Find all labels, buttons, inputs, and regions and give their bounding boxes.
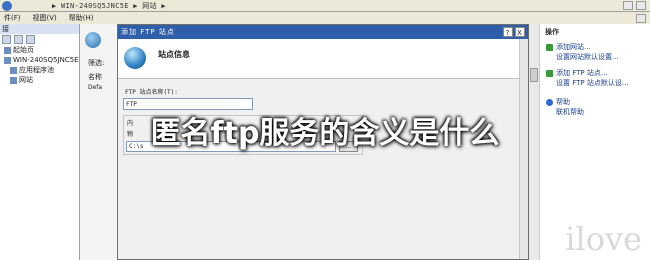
menu-help[interactable]: 帮助(H) (69, 13, 94, 23)
dialog-header: 站点信息 (118, 39, 528, 79)
action-label: 设置网站默认设置... (556, 53, 619, 61)
save-icon[interactable] (14, 35, 23, 44)
back-button[interactable] (2, 0, 12, 11)
site-row-default[interactable]: Defa (88, 84, 102, 91)
tree-item-label: 应用程序池 (19, 66, 54, 74)
sites-folder-icon (10, 76, 17, 84)
tree-item-label: WIN-240SQ5JNC5E (13, 56, 79, 64)
connect-icon[interactable] (2, 35, 11, 44)
actions-title: 操作 (545, 28, 559, 36)
action-label: 添加 FTP 站点... (556, 69, 608, 77)
server-icon (4, 56, 11, 64)
address-toolbar (623, 1, 646, 10)
scrollbar-thumb[interactable] (530, 68, 538, 82)
address-bar: ▶ WIN-240SQ5JNC5E ▶ 网站 ▶ (0, 0, 650, 12)
start-page-icon (4, 46, 11, 54)
action-label: 设置 FTP 站点默认设... (556, 79, 629, 87)
caption-text: 匿名ftp服务的含义是什么 (150, 116, 500, 151)
tree-item-server[interactable]: WIN-240SQ5JNC5E (0, 55, 79, 65)
action-label: 添加网站... (556, 43, 591, 51)
globe-icon (124, 47, 146, 69)
overlay-caption: 匿名ftp服务的含义是什么 (0, 110, 650, 151)
action-add-ftp-site[interactable]: 添加 FTP 站点... (546, 68, 608, 78)
blank-icon (546, 80, 553, 87)
tree-item-label: 起始页 (13, 46, 34, 54)
dialog-controls: ? X (503, 27, 525, 37)
menu-extra-icon[interactable] (636, 13, 646, 23)
action-label: 帮助 (556, 98, 570, 106)
tree-item-label: 网站 (19, 76, 33, 84)
tree-item-app-pools[interactable]: 应用程序池 (0, 65, 79, 75)
menu-file[interactable]: 件(F) (4, 13, 21, 23)
refresh-tree-icon[interactable] (26, 35, 35, 44)
close-button[interactable]: X (515, 27, 525, 37)
add-site-icon (546, 43, 553, 51)
action-help[interactable]: 帮助 (546, 97, 570, 107)
menu-view[interactable]: 视图(V) (33, 13, 57, 23)
tree-item-sites[interactable]: 网站 (0, 75, 79, 85)
app-pool-icon (10, 66, 17, 74)
name-column-header[interactable]: 名称 (88, 72, 102, 82)
stop-icon[interactable] (636, 1, 646, 10)
watermark: ilove (565, 220, 642, 258)
action-add-site[interactable]: 添加网站... (546, 42, 591, 52)
connections-toolbar (0, 34, 79, 45)
address-path[interactable]: ▶ WIN-240SQ5JNC5E ▶ 网站 ▶ (52, 1, 166, 11)
dialog-title: 添加 FTP 站点 (121, 28, 175, 36)
blank-icon (546, 54, 553, 61)
dialog-heading: 站点信息 (158, 50, 190, 59)
action-site-defaults[interactable]: 设置网站默认设置... (546, 52, 619, 62)
help-button[interactable]: ? (503, 27, 513, 37)
tree-item-start-page[interactable]: 起始页 (0, 45, 79, 55)
connections-title: 接 (0, 24, 79, 34)
add-ftp-site-icon (546, 69, 553, 77)
help-icon (546, 98, 553, 106)
dialog-title-bar: 添加 FTP 站点 ? X (118, 25, 528, 39)
menu-bar: 件(F) 视图(V) 帮助(H) (0, 12, 650, 24)
globe-icon (85, 32, 101, 48)
refresh-icon[interactable] (623, 1, 633, 10)
site-name-label: FTP 站点名称(T): (125, 89, 178, 96)
action-ftp-defaults[interactable]: 设置 FTP 站点默认设... (546, 78, 629, 88)
filter-label[interactable]: 筛选: (88, 58, 104, 68)
